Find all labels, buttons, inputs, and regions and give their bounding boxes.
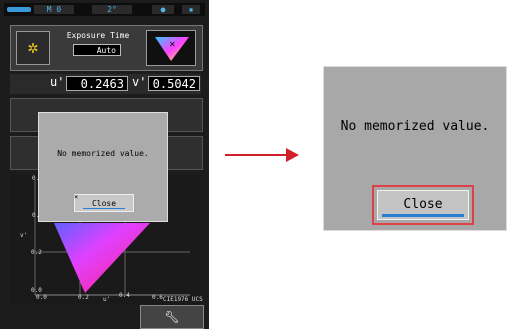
x-tick-2: 0.2 [78, 294, 89, 301]
x-tick-3: 0.4 [119, 292, 130, 299]
arrow-right-icon [286, 148, 299, 162]
angle-indicator: 2° [92, 5, 132, 14]
close-button-label: Close [91, 199, 117, 208]
y-tick-4: 0.0 [31, 287, 42, 294]
v-label: v' [132, 75, 147, 89]
dialog-message: No memorized value. [57, 149, 149, 158]
x-axis-label: u' [103, 296, 111, 303]
zoomed-dialog: No memorized value. Close [323, 66, 507, 231]
color-space-icon[interactable]: ✕ [146, 30, 196, 66]
exposure-time-value[interactable]: Auto [73, 44, 121, 56]
mode-indicator: M 0 [34, 5, 74, 14]
x-tick-4: 0.6 [152, 294, 163, 301]
y-tick-3: 0.2 [31, 249, 42, 256]
sun-icon[interactable]: ✲ [16, 31, 50, 65]
device-screen: M 0 2° ● ▪ ✲ Exposure Time Auto ✕ u' 0.2… [0, 0, 209, 329]
chart-name: CIE1976 UCS [163, 296, 203, 303]
svg-text:✕: ✕ [169, 40, 176, 49]
zoomed-button-underline [382, 214, 464, 217]
battery-icon [7, 7, 31, 12]
u-label: u' [50, 75, 65, 89]
zoomed-close-label: Close [403, 197, 443, 212]
arrow-line [225, 154, 289, 156]
zoomed-dialog-message: No memorized value. [340, 119, 490, 134]
sd-card-icon: ▪ [182, 5, 200, 14]
no-memory-dialog: No memorized value. × Close [38, 112, 168, 222]
uv-readout: u' 0.2463 v' 0.5042 [10, 74, 201, 94]
wrench-icon[interactable]: 🔧︎ [140, 305, 204, 329]
memory-icon: ● [152, 5, 174, 14]
u-value: 0.2463 [66, 76, 128, 91]
y-axis-label: v' [20, 232, 28, 239]
zoomed-close-button[interactable]: Close [377, 190, 469, 220]
close-button[interactable]: × Close [74, 193, 134, 212]
v-value: 0.5042 [148, 76, 200, 91]
exposure-time-label: Exposure Time [66, 31, 130, 40]
x-tick-1: 0.0 [36, 294, 47, 301]
button-underline [83, 208, 125, 209]
cursor-icon: × [74, 193, 79, 201]
status-bar: M 0 2° ● ▪ [4, 3, 205, 16]
